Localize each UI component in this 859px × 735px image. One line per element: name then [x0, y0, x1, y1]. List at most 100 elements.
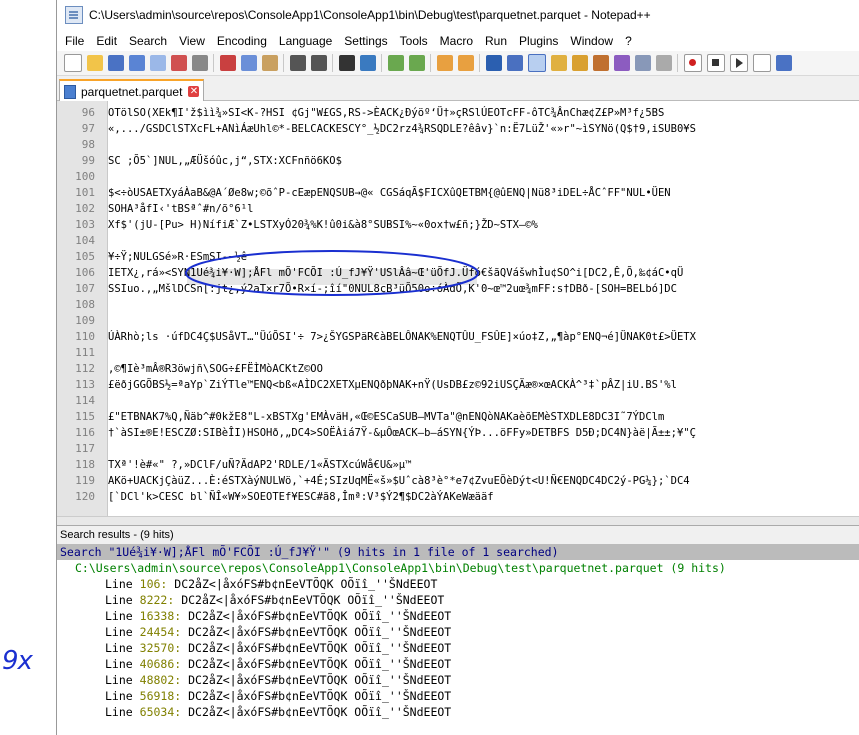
- editor-line: 96 OTölSO(XEk¶I'ž$ìì¾»SI<K-?HSI ¢Gj"W£GS,…: [57, 105, 859, 121]
- line-number: 119: [75, 474, 95, 487]
- doc-map-icon[interactable]: [572, 55, 588, 71]
- search-file-row[interactable]: C:\Users\admin\source\repos\ConsoleApp1\…: [57, 560, 859, 576]
- save-macro-icon[interactable]: [776, 55, 792, 71]
- hit-line-number: 16338:: [139, 609, 182, 623]
- save-icon[interactable]: [108, 55, 124, 71]
- replace-icon[interactable]: [360, 55, 376, 71]
- search-hit-row[interactable]: Line 65034: DC2åZ<|åxóFS#b¢nEeVTÕQK OÕïî…: [105, 704, 451, 720]
- play-multi-icon[interactable]: [753, 54, 771, 72]
- zoom-out-icon[interactable]: [409, 55, 425, 71]
- editor-lines: 96 OTölSO(XEk¶I'ž$ìì¾»SI<K-?HSI ¢Gj"W£GS,…: [57, 105, 859, 505]
- editor-line: 113 £ëðjGGÕBS½=ªaYp`ZiÝTle™ENQ<bß«AÌDC2XE…: [57, 377, 859, 393]
- menu-file[interactable]: File: [59, 34, 90, 48]
- toolbar-separator: [213, 54, 214, 72]
- close-all-icon[interactable]: [171, 55, 187, 71]
- menu-window[interactable]: Window: [564, 34, 619, 48]
- menu-run[interactable]: Run: [479, 34, 513, 48]
- hit-text: DC2åZ<|åxóFS#b¢nEeVTÕQK OÕïî_''ŠNdEEOT: [188, 609, 452, 623]
- menu-edit[interactable]: Edit: [90, 34, 123, 48]
- line-number: 100: [75, 170, 95, 183]
- search-hit-row[interactable]: Line 24454: DC2åZ<|åxóFS#b¢nEeVTÕQK OÕïî…: [105, 624, 451, 640]
- word-wrap-icon[interactable]: [486, 55, 502, 71]
- copy-icon[interactable]: [241, 55, 257, 71]
- line-text: OTölSO(XEk¶I'ž$ìì¾»SI<K-?HSI ¢Gj"W£GS,RS…: [108, 107, 665, 119]
- toolbar-separator: [430, 54, 431, 72]
- search-summary-text: Search "1Ué¾i¥·W];ÅFl mÕ'FCÕI :Ú_fJ¥Ÿ'" …: [60, 545, 559, 559]
- horizontal-scrollbar[interactable]: [57, 516, 859, 525]
- menu-plugins[interactable]: Plugins: [513, 34, 564, 48]
- doc-list-icon[interactable]: [656, 55, 672, 71]
- toolbar: [57, 51, 859, 76]
- menu-search[interactable]: Search: [123, 34, 173, 48]
- search-hit-row[interactable]: Line 16338: DC2åZ<|åxóFS#b¢nEeVTÕQK OÕïî…: [105, 608, 451, 624]
- print-icon[interactable]: [192, 55, 208, 71]
- sync-v-icon[interactable]: [437, 55, 453, 71]
- search-hit-row[interactable]: Line 8222: DC2åZ<|åxóFS#b¢nEeVTÕQK OÕïî_…: [105, 592, 444, 608]
- line-text: £"ETBNAK7%Q,Ñäb^#0kžE8"L-xBSTXg'EMÀväH,«…: [108, 411, 665, 423]
- line-text: AKö+UACKjÇàüZ...È:éSTXàýNULWö,`+4É;SIzUq…: [108, 475, 690, 487]
- menu-encoding[interactable]: Encoding: [211, 34, 273, 48]
- show-all-chars-icon[interactable]: [507, 55, 523, 71]
- editor-pane[interactable]: 96 OTölSO(XEk¶I'ž$ìì¾»SI<K-?HSI ¢Gj"W£GS,…: [57, 101, 859, 516]
- hit-line-number: 56918:: [139, 689, 182, 703]
- search-hit-row[interactable]: Line 106: DC2åZ<|åxóFS#b¢nEeVTÕQK OÕïî_'…: [105, 576, 437, 592]
- editor-line: 112 ,©¶Iè³mÂ®R3öwjñ\SOG÷£FËÌMòACKtZ©OO: [57, 361, 859, 377]
- search-summary-row[interactable]: Search "1Ué¾i¥·W];ÅFl mÕ'FCÕI :Ú_fJ¥Ÿ'" …: [57, 544, 859, 560]
- zoom-in-icon[interactable]: [388, 55, 404, 71]
- line-text: Xf$'(jU-[Pu> H)NífiÆ`Z•LSTXyÓ20¾%K!û0i&à…: [108, 219, 538, 231]
- menu-macro[interactable]: Macro: [434, 34, 479, 48]
- search-hit-row[interactable]: Line 56918: DC2åZ<|åxóFS#b¢nEeVTÕQK OÕïî…: [105, 688, 451, 704]
- editor-line: 115 £"ETBNAK7%Q,Ñäb^#0kžE8"L-xBSTXg'EMÀvä…: [57, 409, 859, 425]
- hit-label: Line: [105, 593, 133, 607]
- redo-icon[interactable]: [311, 55, 327, 71]
- hit-label: Line: [105, 577, 133, 591]
- tab-close-icon[interactable]: ✕: [188, 86, 200, 97]
- file-save-state-icon: [64, 84, 76, 99]
- find-icon[interactable]: [339, 55, 355, 71]
- cut-icon[interactable]: [220, 55, 236, 71]
- udl-icon[interactable]: [551, 55, 567, 71]
- sync-h-icon[interactable]: [458, 55, 474, 71]
- line-number: 113: [75, 378, 95, 391]
- notepad-plus-plus-window: C:\Users\admin\source\repos\ConsoleApp1\…: [56, 0, 859, 735]
- line-number: 114: [75, 394, 95, 407]
- new-file-icon[interactable]: [64, 54, 82, 72]
- menu-help[interactable]: ?: [619, 34, 638, 48]
- indent-guide-icon[interactable]: [528, 54, 546, 72]
- tab-parquetnet[interactable]: parquetnet.parquet ✕: [59, 79, 205, 102]
- line-number: 117: [75, 442, 95, 455]
- line-number: 96: [81, 106, 95, 119]
- stop-macro-icon[interactable]: [707, 54, 725, 72]
- monitor-icon[interactable]: [635, 55, 651, 71]
- hit-line-number: 48802:: [139, 673, 182, 687]
- close-icon[interactable]: [150, 55, 166, 71]
- open-file-icon[interactable]: [87, 55, 103, 71]
- editor-line: 100: [57, 169, 859, 185]
- search-hit-row[interactable]: Line 32570: DC2åZ<|åxóFS#b¢nEeVTÕQK OÕïî…: [105, 640, 451, 656]
- handwritten-annotation: 9x: [2, 646, 33, 676]
- undo-icon[interactable]: [290, 55, 306, 71]
- play-macro-icon[interactable]: [730, 54, 748, 72]
- record-macro-icon[interactable]: [684, 54, 702, 72]
- line-number: 105: [75, 250, 95, 263]
- title-bar: C:\Users\admin\source\repos\ConsoleApp1\…: [57, 0, 859, 30]
- menu-settings[interactable]: Settings: [338, 34, 393, 48]
- window-title: C:\Users\admin\source\repos\ConsoleApp1\…: [89, 8, 651, 22]
- function-list-icon[interactable]: [593, 55, 609, 71]
- hit-text: DC2åZ<|åxóFS#b¢nEeVTÕQK OÕïî_''ŠNdEEOT: [188, 641, 452, 655]
- line-number: 98: [81, 138, 95, 151]
- menu-view[interactable]: View: [173, 34, 211, 48]
- save-all-icon[interactable]: [129, 55, 145, 71]
- search-hit-row[interactable]: Line 48802: DC2åZ<|åxóFS#b¢nEeVTÕQK OÕïî…: [105, 672, 451, 688]
- menu-language[interactable]: Language: [273, 34, 338, 48]
- line-text: SOHA³åfI‹'tBSªˆ#n/õ°6¹l: [108, 203, 254, 215]
- editor-line: 120 [`DCl'k>CESC bl`ÑÎ«W¥»SOEOTEf¥ESC#ã8,…: [57, 489, 859, 505]
- search-results-pane[interactable]: Search "1Ué¾i¥·W];ÅFl mÕ'FCÕI :Ú_fJ¥Ÿ'" …: [57, 544, 859, 735]
- toolbar-separator: [283, 54, 284, 72]
- editor-line: 114: [57, 393, 859, 409]
- search-hit-row[interactable]: Line 40686: DC2åZ<|åxóFS#b¢nEeVTÕQK OÕïî…: [105, 656, 451, 672]
- hit-text: DC2åZ<|åxóFS#b¢nEeVTÕQK OÕïî_''ŠNdEEOT: [174, 577, 438, 591]
- paste-icon[interactable]: [262, 55, 278, 71]
- folder-workspace-icon[interactable]: [614, 55, 630, 71]
- menu-tools[interactable]: Tools: [394, 34, 434, 48]
